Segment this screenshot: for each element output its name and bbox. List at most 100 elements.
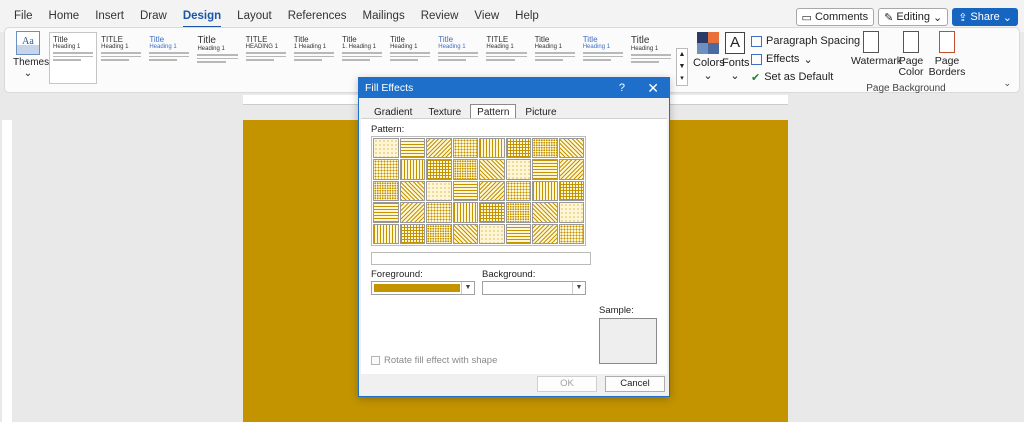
thumb-body-line	[631, 61, 659, 63]
pattern-swatch[interactable]	[479, 224, 505, 244]
thumb-body-line	[486, 59, 514, 61]
help-icon[interactable]: ?	[619, 82, 625, 94]
pattern-swatch[interactable]	[453, 224, 479, 244]
fonts-button[interactable]: A Fonts ⌄	[722, 32, 748, 82]
pattern-swatch[interactable]	[373, 159, 399, 179]
vertical-ruler[interactable]	[2, 120, 12, 422]
pattern-swatch[interactable]	[506, 181, 532, 201]
pattern-swatch[interactable]	[400, 224, 426, 244]
pattern-swatch[interactable]	[453, 159, 479, 179]
sample-preview	[599, 318, 657, 364]
checkbox-box[interactable]	[371, 356, 380, 365]
pattern-swatch[interactable]	[532, 159, 558, 179]
thumb-body-line	[438, 56, 478, 58]
page-color-button[interactable]: Page Color	[891, 31, 931, 78]
thumb-body-line	[101, 56, 141, 58]
share-button[interactable]: ⇪ Share ⌄	[952, 8, 1018, 26]
tab-draw[interactable]: Draw	[140, 10, 167, 22]
pattern-swatch[interactable]	[453, 202, 479, 222]
tab-home[interactable]: Home	[49, 10, 80, 22]
pattern-swatch[interactable]	[479, 202, 505, 222]
thumb-body-line	[246, 59, 274, 61]
pencil-icon: ✎	[884, 11, 893, 24]
tab-insert[interactable]: Insert	[95, 10, 124, 22]
page-borders-button[interactable]: Page Borders	[927, 31, 967, 78]
tab-mailings[interactable]: Mailings	[363, 10, 405, 22]
pattern-swatch[interactable]	[373, 202, 399, 222]
pattern-swatch[interactable]	[532, 181, 558, 201]
pattern-swatch[interactable]	[559, 159, 585, 179]
cancel-button[interactable]: Cancel	[605, 376, 665, 392]
pattern-swatch[interactable]	[479, 138, 505, 158]
dialog-titlebar[interactable]: Fill Effects ? ✕	[359, 78, 669, 98]
style-set-thumb[interactable]: TitleHeading 1	[145, 32, 193, 84]
tab-view[interactable]: View	[474, 10, 499, 22]
pattern-swatch[interactable]	[559, 202, 585, 222]
pattern-swatch[interactable]	[373, 138, 399, 158]
pattern-swatch[interactable]	[400, 202, 426, 222]
pattern-swatch[interactable]	[426, 224, 452, 244]
gallery-scroll[interactable]: ▲▼▾	[676, 48, 688, 86]
foreground-color-dropdown[interactable]: ▼	[371, 281, 475, 295]
chevron-down-icon: ⌄	[722, 69, 748, 82]
style-set-thumb[interactable]: TitleHeading 1	[193, 32, 241, 84]
tab-file[interactable]: File	[14, 10, 33, 22]
thumb-body-line	[53, 56, 93, 58]
share-icon: ⇪	[958, 11, 967, 24]
editing-button[interactable]: ✎ Editing ⌄	[878, 8, 948, 26]
pattern-swatch[interactable]	[426, 138, 452, 158]
menu-tabs: File Home Insert Draw Design Layout Refe…	[14, 10, 555, 22]
comments-button[interactable]: ▭ Comments	[796, 8, 875, 26]
pattern-swatch[interactable]	[532, 138, 558, 158]
pattern-swatch[interactable]	[532, 224, 558, 244]
pattern-swatch[interactable]	[559, 138, 585, 158]
rotate-fill-checkbox[interactable]: Rotate fill effect with shape	[371, 355, 497, 366]
thumb-heading: 1. Heading 1	[342, 44, 382, 50]
style-set-thumb[interactable]: TITLEHeading 1	[97, 32, 145, 84]
thumb-body-line	[438, 52, 478, 54]
pattern-swatch[interactable]	[506, 202, 532, 222]
themes-button[interactable]: Aa Themes ⌄	[13, 31, 43, 79]
collapse-ribbon-icon[interactable]: ⌄	[1003, 78, 1011, 89]
style-set-thumb[interactable]: TitleHeading 1	[49, 32, 97, 84]
style-set-thumb[interactable]: TITLEHEADING 1	[242, 32, 290, 84]
pattern-swatch[interactable]	[373, 181, 399, 201]
thumb-body-line	[294, 56, 334, 58]
dialog-title: Fill Effects	[365, 82, 413, 94]
ok-button[interactable]: OK	[537, 376, 597, 392]
themes-icon: Aa	[16, 31, 40, 55]
pattern-swatch[interactable]	[532, 202, 558, 222]
pattern-swatch[interactable]	[426, 202, 452, 222]
pattern-swatch[interactable]	[559, 181, 585, 201]
pattern-swatch[interactable]	[400, 138, 426, 158]
pattern-swatch[interactable]	[426, 159, 452, 179]
pattern-swatch[interactable]	[373, 224, 399, 244]
thumb-body-line	[101, 59, 129, 61]
tab-references[interactable]: References	[288, 10, 347, 22]
tab-review[interactable]: Review	[421, 10, 459, 22]
background-color-dropdown[interactable]: ▼	[482, 281, 586, 295]
tab-design[interactable]: Design	[183, 10, 221, 22]
tab-layout[interactable]: Layout	[237, 10, 272, 22]
pattern-swatch[interactable]	[559, 224, 585, 244]
pattern-swatch[interactable]	[426, 181, 452, 201]
watermark-button[interactable]: Watermark	[851, 31, 891, 67]
pattern-swatch[interactable]	[400, 159, 426, 179]
colors-button[interactable]: Colors ⌄	[693, 32, 723, 82]
pattern-swatch[interactable]	[400, 181, 426, 201]
thumb-body-line	[197, 58, 237, 60]
pattern-swatch[interactable]	[506, 224, 532, 244]
paragraph-spacing-label: Paragraph Spacing	[766, 35, 860, 47]
pattern-swatch[interactable]	[453, 181, 479, 201]
pattern-swatch[interactable]	[506, 159, 532, 179]
thumb-heading: Heading 1	[197, 46, 237, 52]
pattern-swatch[interactable]	[453, 138, 479, 158]
pattern-swatch[interactable]	[479, 159, 505, 179]
thumb-body-line	[535, 52, 575, 54]
tab-help[interactable]: Help	[515, 10, 539, 22]
style-set-thumb[interactable]: Title1 Heading 1	[290, 32, 338, 84]
close-icon[interactable]: ✕	[647, 80, 659, 96]
thumb-title: Title	[294, 35, 334, 44]
pattern-swatch[interactable]	[506, 138, 532, 158]
pattern-swatch[interactable]	[479, 181, 505, 201]
